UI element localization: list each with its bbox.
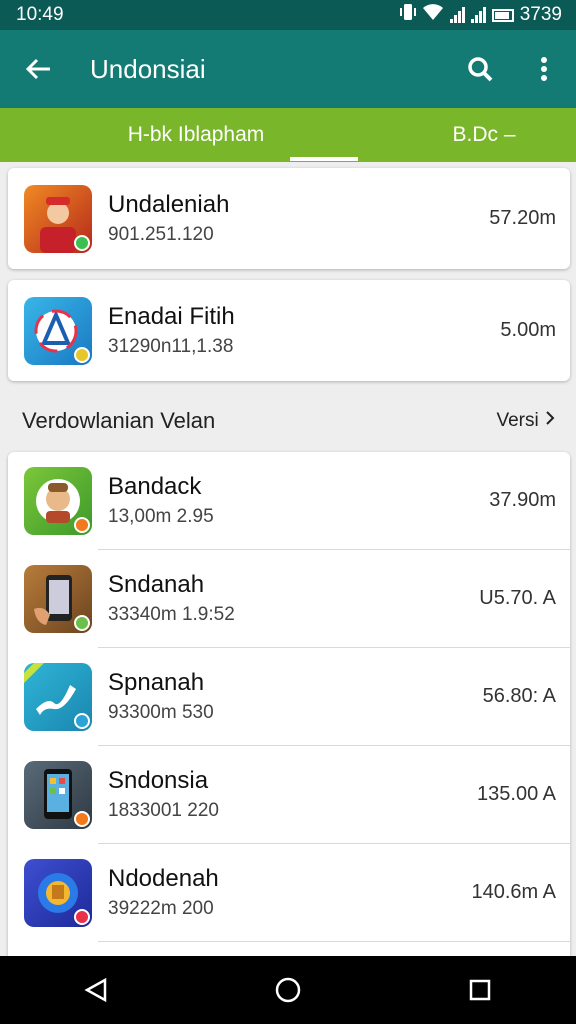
section-header: Verdowlanian Velan Versi: [0, 400, 576, 442]
battery-icon: [491, 8, 514, 22]
home-circle-icon[interactable]: [258, 960, 318, 1020]
app-name: Ndodenah: [108, 864, 219, 892]
vibrate-icon: [399, 3, 416, 27]
status-battery-text: 3739: [519, 4, 562, 25]
app-meta: 93300m 530: [108, 701, 214, 723]
app-icon: [24, 662, 92, 731]
app-meta: 33340m 1.9:52: [108, 603, 235, 625]
badge-icon: [74, 712, 90, 729]
status-icons: 3739: [399, 3, 562, 27]
app-meta: 39222m 200: [108, 897, 214, 919]
tab-0-label: H-bk Iblapham: [127, 123, 265, 146]
page-title: Undonsiai: [90, 53, 206, 84]
status-time: 10:49: [16, 4, 64, 25]
app-name: Sndonsia: [108, 766, 209, 794]
app-icon: [24, 466, 92, 535]
tab-1[interactable]: B.Dc –: [392, 108, 576, 162]
tab-1-label: B.Dc –: [452, 123, 516, 146]
app-meta: 1833001 220: [108, 799, 219, 821]
back-triangle-icon[interactable]: [66, 960, 126, 1020]
status-bar: 10:49 3739: [0, 0, 576, 30]
badge-icon: [74, 346, 90, 363]
app-size: 140.6m A: [471, 881, 556, 903]
badge-icon: [74, 516, 90, 533]
app-bar: Undonsiai: [0, 30, 576, 108]
app-icon-top-0: [24, 184, 92, 253]
app-size: 37.90m: [489, 489, 556, 511]
app-icon: [24, 564, 92, 633]
badge-icon: [74, 614, 90, 631]
app-meta: 901.251.120: [108, 223, 214, 245]
search-icon[interactable]: [448, 30, 512, 108]
app-size: 57.20m: [489, 207, 556, 229]
app-size: 56.80: A: [482, 685, 556, 707]
app-list: Bandack 13,00m 2.95 37.90m Sndanah 33340…: [8, 452, 570, 962]
tab-0[interactable]: H-bk Iblapham: [0, 108, 392, 162]
app-name: Bandack: [108, 472, 202, 500]
badge-icon: [74, 234, 90, 251]
navigation-bar: [0, 956, 576, 1024]
chevron-right-icon: [544, 410, 556, 431]
badge-icon: [74, 908, 90, 925]
app-size: U5.70. A: [479, 587, 556, 609]
app-icon-top-1: [24, 296, 92, 365]
recents-square-icon[interactable]: [450, 960, 510, 1020]
tab-bar: H-bk Iblapham B.Dc –: [0, 108, 576, 162]
app-name: Spnanah: [108, 668, 205, 696]
app-icon: [24, 760, 92, 829]
app-card-1[interactable]: Enadai Fitih 31290n11,1.38 5.00m: [8, 280, 570, 381]
back-arrow-icon[interactable]: [0, 30, 76, 108]
section-title: Verdowlanian Velan: [22, 408, 216, 433]
app-name: Sndanah: [108, 570, 205, 598]
wifi-icon: [422, 3, 444, 27]
app-size: 135.00 A: [477, 783, 556, 805]
app-meta: 13,00m 2.95: [108, 505, 214, 527]
app-icon: [24, 858, 92, 927]
more-options-icon[interactable]: [512, 30, 576, 108]
section-link[interactable]: Versi: [496, 410, 556, 432]
list-item[interactable]: Spnanah 93300m 530 56.80: A: [8, 648, 570, 745]
list-item[interactable]: Sndonsia 1833001 220 135.00 A: [8, 746, 570, 843]
list-item[interactable]: Ndodenah 39222m 200 140.6m A: [8, 844, 570, 941]
app-name: Enadai Fitih: [108, 302, 235, 330]
tab-indicator: [290, 157, 358, 161]
list-item[interactable]: Bandack 13,00m 2.95 37.90m: [8, 452, 570, 549]
divider: [98, 941, 570, 942]
app-meta: 31290n11,1.38: [108, 335, 234, 357]
app-name: Undaleniah: [108, 190, 230, 218]
badge-icon: [74, 810, 90, 827]
app-card-0[interactable]: Undaleniah 901.251.120 57.20m: [8, 168, 570, 269]
app-size: 5.00m: [500, 319, 556, 341]
list-item[interactable]: Sndanah 33340m 1.9:52 U5.70. A: [8, 550, 570, 647]
signal-icon-2: [470, 7, 486, 23]
section-link-label: Versi: [496, 410, 539, 431]
signal-icon: [449, 7, 465, 23]
